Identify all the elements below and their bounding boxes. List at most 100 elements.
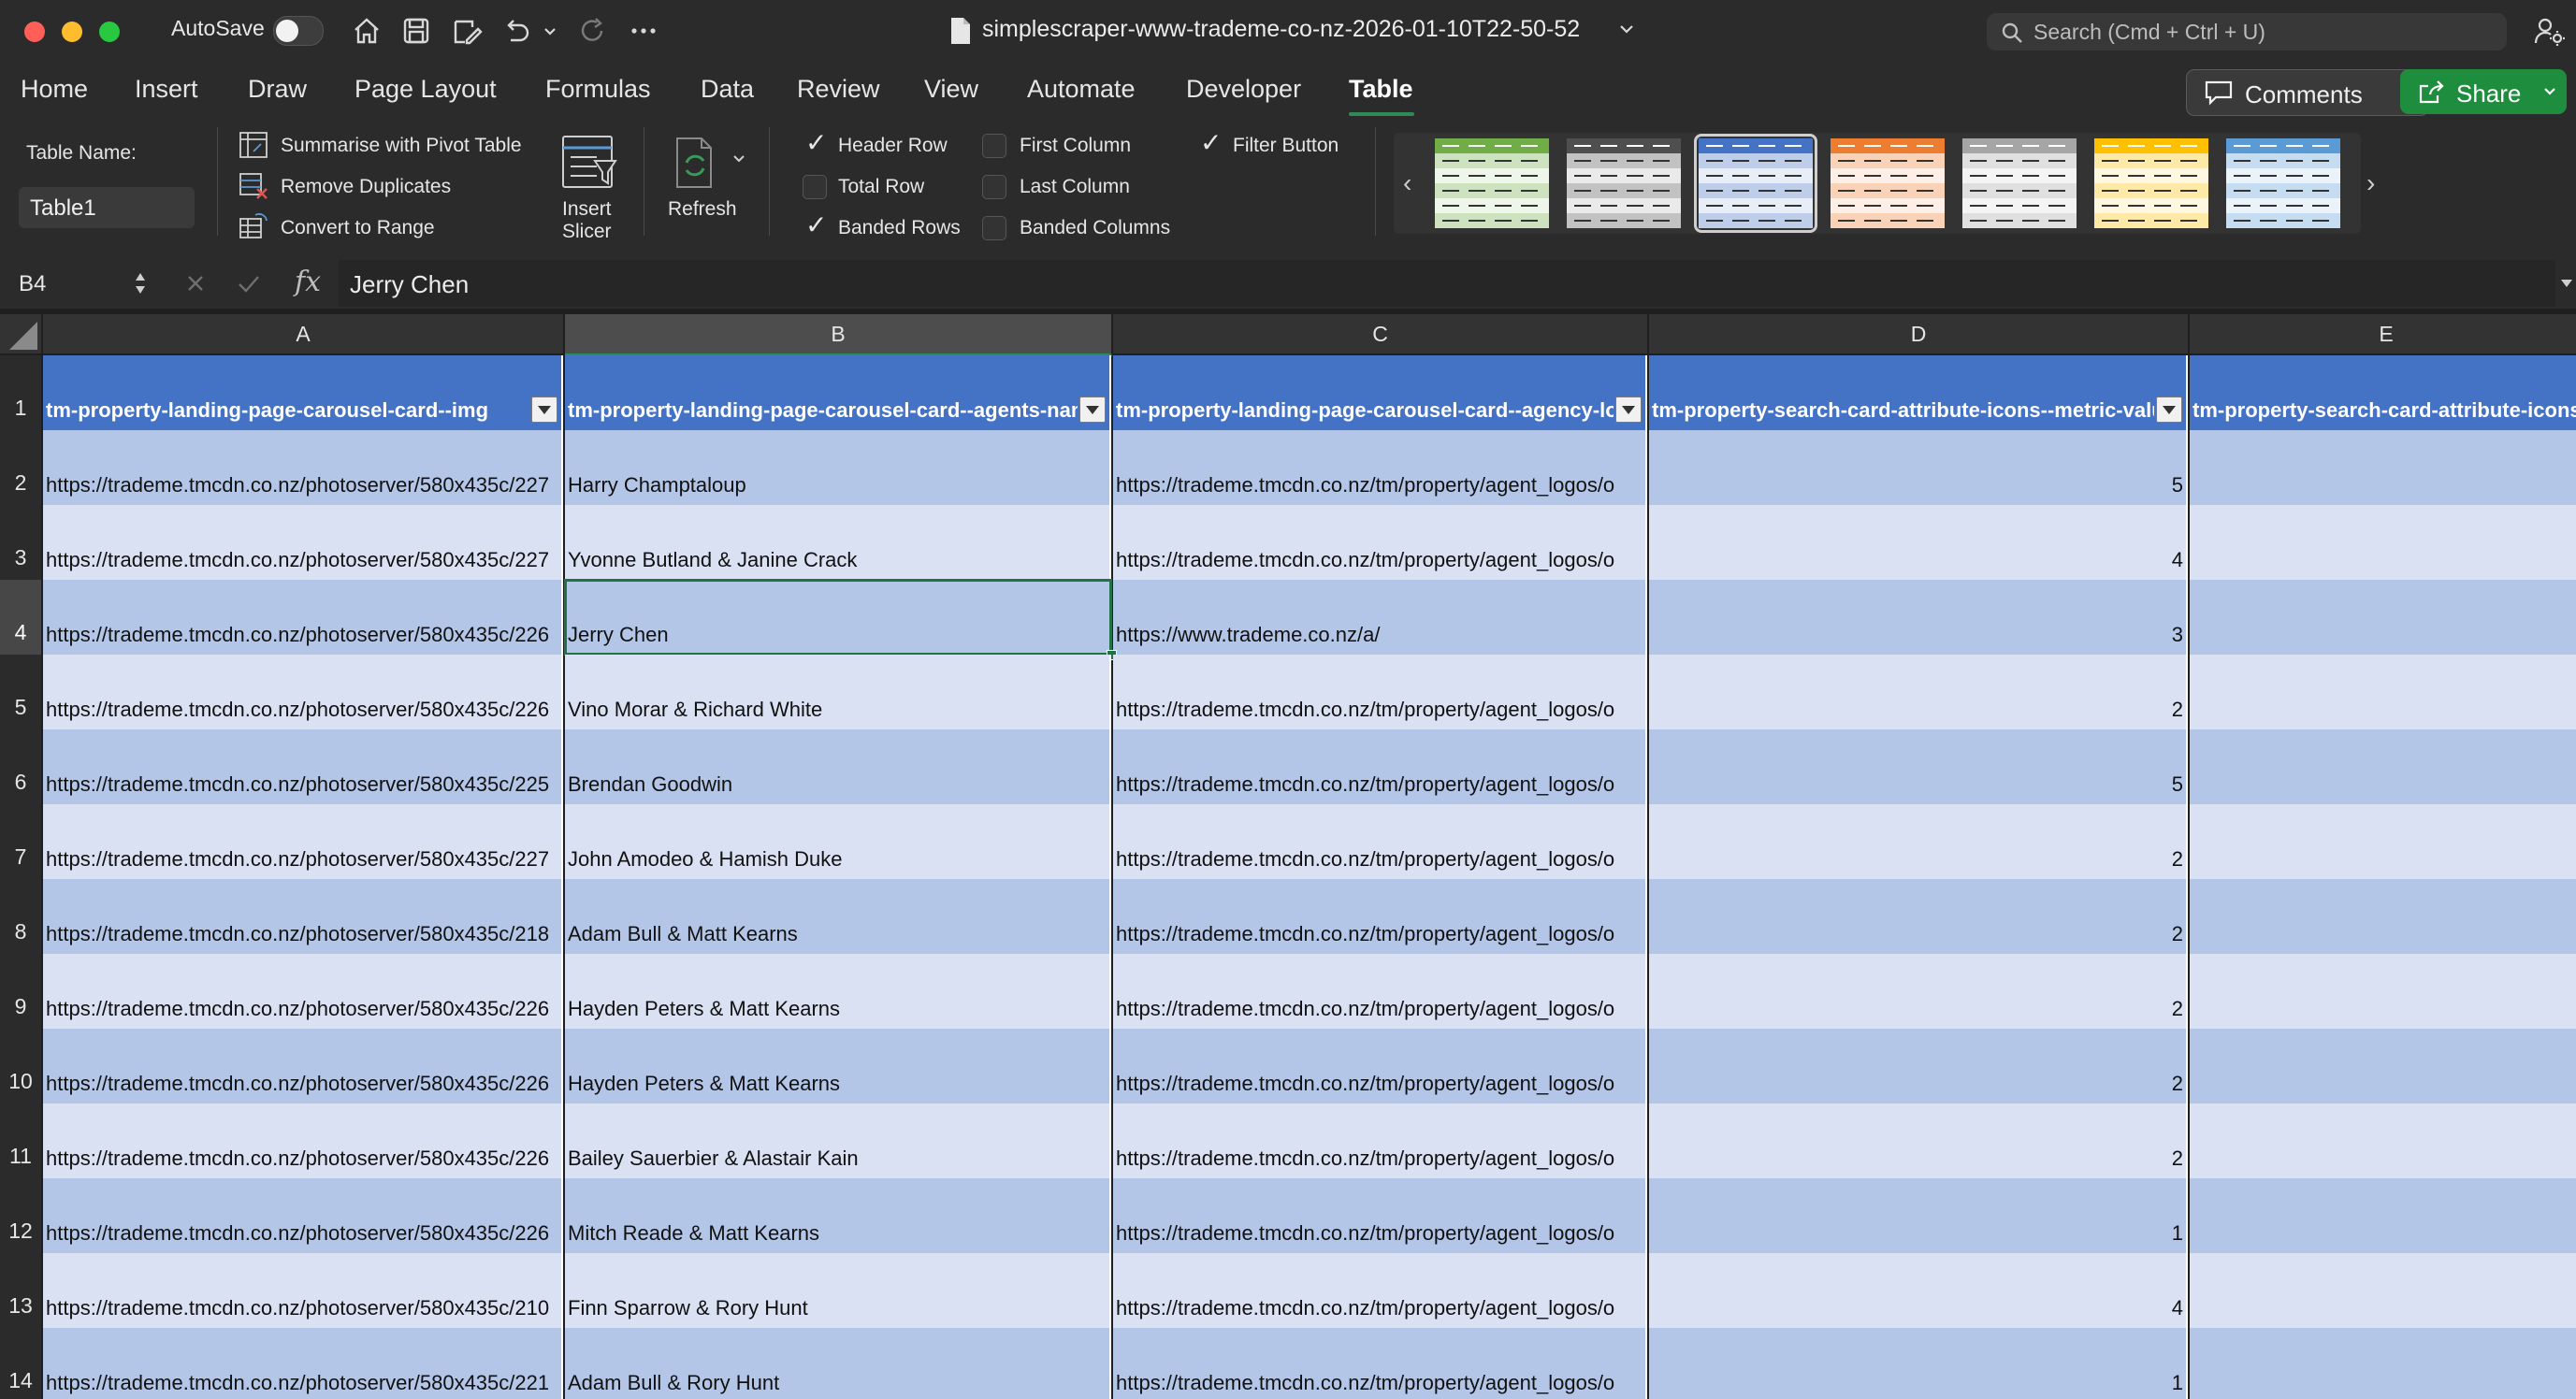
table-style-thumbnail[interactable]: [1435, 138, 1549, 228]
table-cell[interactable]: 1: [1649, 1328, 2188, 1399]
table-cell[interactable]: [2190, 655, 2576, 729]
table-cell[interactable]: https://trademe.tmcdn.co.nz/tm/property/…: [1113, 879, 1647, 954]
formula-input[interactable]: Jerry Chen: [339, 260, 2555, 307]
close-window-button[interactable]: [24, 22, 45, 42]
row-header[interactable]: 3: [0, 505, 41, 580]
row-header[interactable]: 12: [0, 1178, 41, 1253]
filter-dropdown-icon[interactable]: [2156, 397, 2182, 423]
table-cell[interactable]: https://trademe.tmcdn.co.nz/photoserver/…: [43, 954, 563, 1029]
insert-slicer-label-line2[interactable]: Slicer: [562, 221, 612, 243]
share-chevron-down-icon[interactable]: [2542, 86, 2557, 97]
table-cell[interactable]: 2: [1649, 655, 2188, 729]
convert-to-range-button[interactable]: Convert to Range: [281, 217, 435, 239]
pivot-table-button[interactable]: Summarise with Pivot Table: [281, 135, 522, 157]
undo-icon[interactable]: [499, 14, 533, 48]
table-cell[interactable]: [2190, 729, 2576, 804]
table-cell[interactable]: 2: [1649, 804, 2188, 879]
search-box[interactable]: Search (Cmd + Ctrl + U): [1987, 13, 2507, 50]
table-cell[interactable]: https://trademe.tmcdn.co.nz/tm/property/…: [1113, 954, 1647, 1029]
table-cell[interactable]: https://trademe.tmcdn.co.nz/photoserver/…: [43, 505, 563, 580]
select-all-corner[interactable]: [0, 314, 41, 353]
table-cell[interactable]: https://trademe.tmcdn.co.nz/tm/property/…: [1113, 1029, 1647, 1103]
table-cell[interactable]: [2190, 879, 2576, 954]
table-style-thumbnail[interactable]: [1567, 138, 1681, 228]
table-cell[interactable]: Adam Bull & Rory Hunt: [565, 1328, 1111, 1399]
table-style-thumbnail[interactable]: [1694, 134, 1817, 233]
row-header[interactable]: 11: [0, 1103, 41, 1178]
table-cell[interactable]: https://trademe.tmcdn.co.nz/photoserver/…: [43, 1328, 563, 1399]
row-header[interactable]: 10: [0, 1029, 41, 1103]
name-box-stepper-icon[interactable]: [133, 267, 148, 299]
tab-developer[interactable]: Developer: [1186, 75, 1301, 104]
row-header[interactable]: 2: [0, 430, 41, 505]
confirm-entry-icon[interactable]: [236, 271, 262, 296]
filter-dropdown-icon[interactable]: [531, 397, 557, 423]
tab-page-layout[interactable]: Page Layout: [355, 75, 497, 104]
row-header[interactable]: 14: [0, 1328, 41, 1399]
tab-automate[interactable]: Automate: [1027, 75, 1136, 104]
table-cell[interactable]: 3: [1649, 580, 2188, 655]
table-cell[interactable]: https://trademe.tmcdn.co.nz/tm/property/…: [1113, 505, 1647, 580]
last-column-checkbox[interactable]: [982, 175, 1006, 199]
table-cell[interactable]: [2190, 430, 2576, 505]
insert-slicer-icon[interactable]: [559, 133, 619, 191]
table-cell[interactable]: https://trademe.tmcdn.co.nz/tm/property/…: [1113, 729, 1647, 804]
table-name-input[interactable]: [28, 195, 189, 223]
table-cell[interactable]: Hayden Peters & Matt Kearns: [565, 954, 1111, 1029]
share-button[interactable]: Share: [2400, 69, 2567, 114]
table-cell[interactable]: https://trademe.tmcdn.co.nz/tm/property/…: [1113, 1178, 1647, 1253]
home-icon[interactable]: [350, 14, 384, 48]
row-header[interactable]: 1: [0, 355, 41, 430]
gallery-prev-icon[interactable]: ‹: [1403, 168, 1411, 198]
tab-data[interactable]: Data: [701, 75, 754, 104]
filter-dropdown-icon[interactable]: [1079, 397, 1106, 423]
row-header[interactable]: 7: [0, 804, 41, 879]
document-title[interactable]: simplescraper-www-trademe-co-nz-2026-01-…: [982, 16, 1580, 43]
more-options-icon[interactable]: [627, 14, 660, 48]
table-cell[interactable]: Vino Morar & Richard White: [565, 655, 1111, 729]
table-header-cell[interactable]: tm-property-landing-page-carousel-card--…: [1113, 355, 1647, 430]
column-header-c[interactable]: C: [1113, 314, 1648, 353]
table-header-cell[interactable]: tm-property-search-card-attribute-icons-…: [1649, 355, 2188, 430]
table-cell[interactable]: John Amodeo & Hamish Duke: [565, 804, 1111, 879]
table-cell[interactable]: https://trademe.tmcdn.co.nz/photoserver/…: [43, 1253, 563, 1328]
insert-slicer-label-line1[interactable]: Insert: [562, 198, 612, 221]
table-cell[interactable]: 1: [1649, 1178, 2188, 1253]
row-header[interactable]: 4: [0, 580, 41, 655]
remove-duplicates-button[interactable]: Remove Duplicates: [281, 176, 451, 198]
comments-button[interactable]: Comments: [2186, 69, 2429, 116]
table-style-thumbnail[interactable]: [2226, 138, 2340, 228]
table-cell[interactable]: 2: [1649, 954, 2188, 1029]
banded-columns-checkbox[interactable]: [982, 216, 1006, 240]
banded-rows-checkbox[interactable]: [803, 209, 827, 240]
tab-view[interactable]: View: [924, 75, 978, 104]
table-cell[interactable]: https://trademe.tmcdn.co.nz/photoserver/…: [43, 430, 563, 505]
name-box[interactable]: B4: [0, 260, 161, 307]
table-cell[interactable]: [2190, 1328, 2576, 1399]
worksheet-grid[interactable]: ABCDE 1 tm-property-landing-page-carousel…: [0, 309, 2576, 1399]
column-header-b[interactable]: B: [565, 314, 1112, 356]
filter-dropdown-icon[interactable]: [1615, 397, 1642, 423]
table-style-thumbnail[interactable]: [1831, 138, 1945, 228]
table-cell[interactable]: 5: [1649, 430, 2188, 505]
table-cell[interactable]: https://trademe.tmcdn.co.nz/tm/property/…: [1113, 804, 1647, 879]
table-cell[interactable]: https://trademe.tmcdn.co.nz/photoserver/…: [43, 655, 563, 729]
save-as-icon[interactable]: [450, 14, 484, 48]
table-cell[interactable]: Harry Champtaloup: [565, 430, 1111, 505]
row-header[interactable]: 13: [0, 1253, 41, 1328]
table-cell[interactable]: [2190, 954, 2576, 1029]
table-cell[interactable]: Bailey Sauerbier & Alastair Kain: [565, 1103, 1111, 1178]
cancel-entry-icon[interactable]: [183, 271, 208, 296]
column-header-e[interactable]: E: [2190, 314, 2576, 353]
table-cell[interactable]: Brendan Goodwin: [565, 729, 1111, 804]
table-cell[interactable]: 2: [1649, 1029, 2188, 1103]
table-cell[interactable]: https://www.trademe.co.nz/a/: [1113, 580, 1647, 655]
table-style-thumbnail[interactable]: [2094, 138, 2208, 228]
table-cell[interactable]: [2190, 804, 2576, 879]
table-cell[interactable]: https://trademe.tmcdn.co.nz/tm/property/…: [1113, 430, 1647, 505]
refresh-chevron-down-icon[interactable]: [731, 153, 746, 165]
redo-icon[interactable]: [576, 14, 610, 48]
table-cell[interactable]: 4: [1649, 505, 2188, 580]
table-cell[interactable]: 2: [1649, 879, 2188, 954]
table-cell[interactable]: 5: [1649, 729, 2188, 804]
